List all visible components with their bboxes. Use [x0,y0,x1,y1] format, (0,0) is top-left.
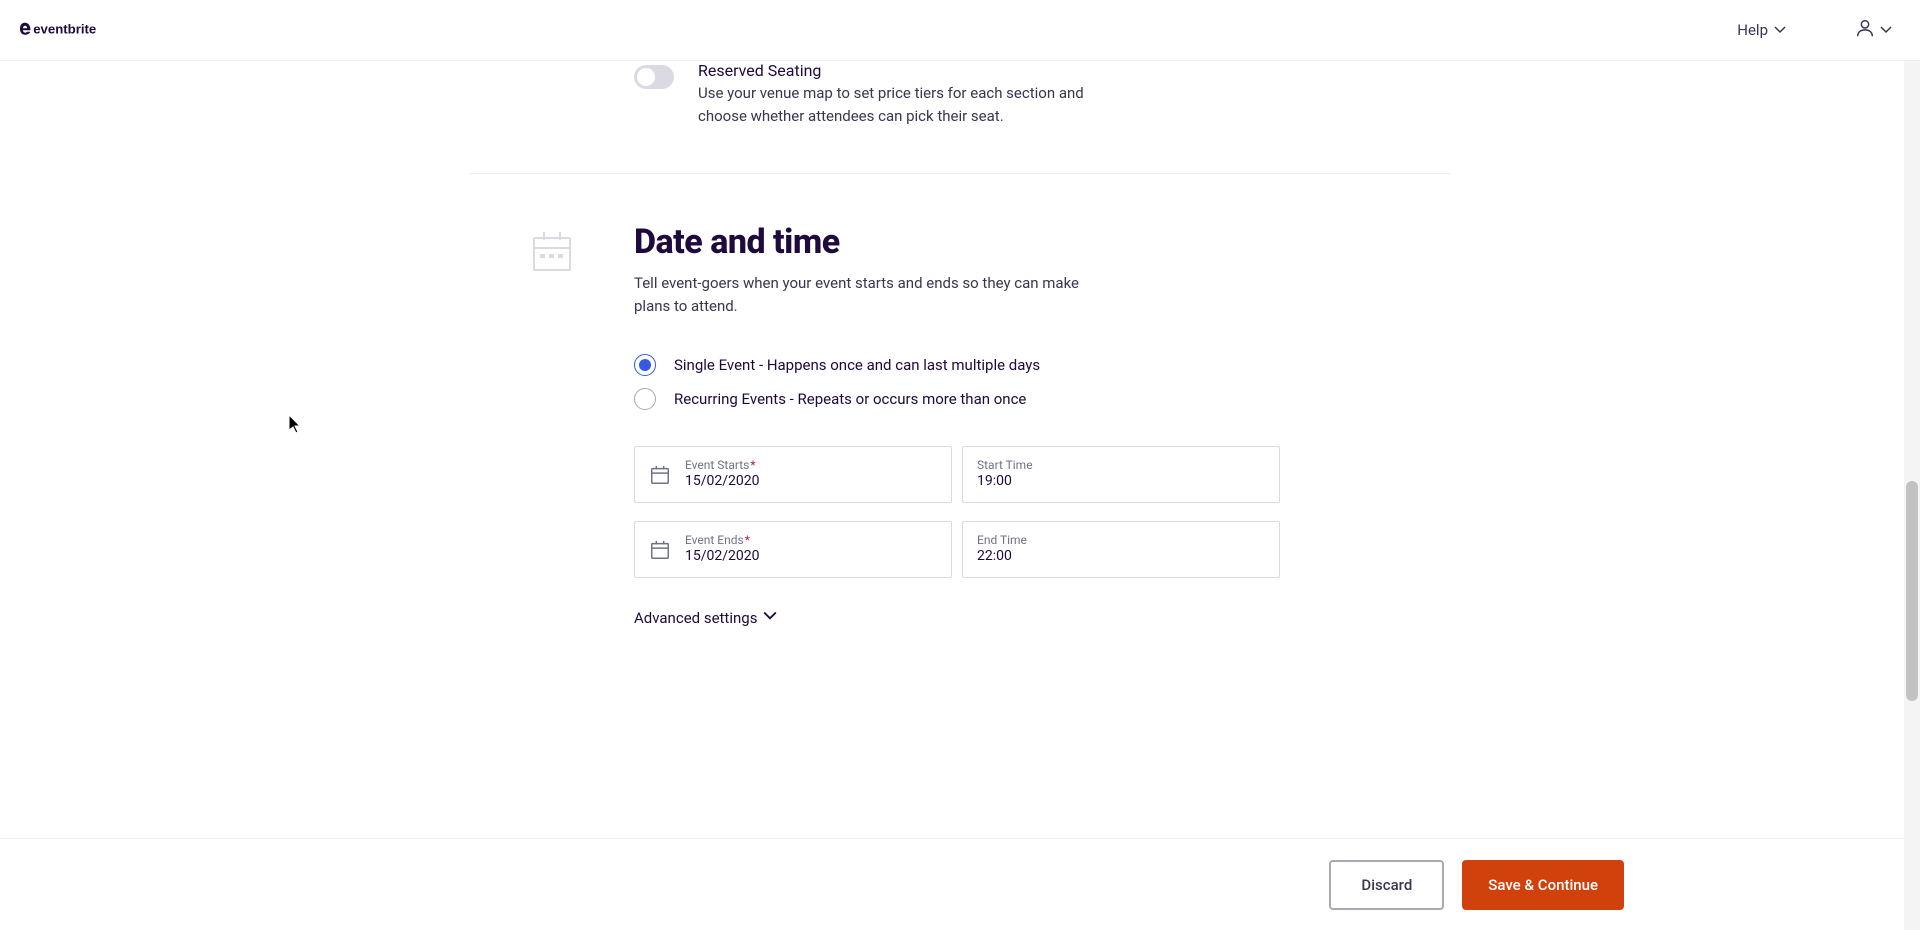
save-continue-button[interactable]: Save & Continue [1462,860,1624,910]
event-occurrence-radios: Single Event - Happens once and can last… [634,354,1284,410]
date-time-heading: Date and time [634,222,1284,262]
page-content: Reserved Seating Use your venue map to s… [0,61,1920,627]
date-time-subheading: Tell event-goers when your event starts … [634,272,1104,319]
chevron-down-icon [763,609,777,627]
date-time-fields: Event Starts* 15/02/2020 Start Time 19:0… [634,446,1284,578]
calendar-icon [649,539,671,561]
topbar-right: Help [1729,11,1900,49]
footer-actions: Discard Save & Continue [0,838,1920,930]
date-time-section: Date and time Tell event-goers when your… [470,174,1450,628]
event-ends-field[interactable]: Event Ends* 15/02/2020 [634,521,952,578]
radio-recurring-label: Recurring Events - Repeats or occurs mor… [674,390,1026,408]
event-ends-label: Event Ends* [685,533,760,548]
user-menu[interactable] [1846,11,1900,49]
advanced-settings-label: Advanced settings [634,609,757,627]
start-time-value: 19:00 [977,473,1033,491]
reserved-seating-description: Use your venue map to set price tiers fo… [698,82,1110,129]
calendar-icon [528,228,576,276]
discard-button[interactable]: Discard [1329,860,1444,910]
svg-text:eventbrite: eventbrite [33,22,96,37]
chevron-down-icon [1774,24,1786,36]
scrollbar[interactable] [1904,61,1920,930]
topbar: eventbrite Help [0,0,1920,61]
advanced-settings-toggle[interactable]: Advanced settings [634,609,777,627]
event-starts-label: Event Starts* [685,458,760,473]
event-starts-field[interactable]: Event Starts* 15/02/2020 [634,446,952,503]
toggle-knob [637,68,655,86]
reserved-seating-title: Reserved Seating [698,61,1110,80]
reserved-seating-toggle[interactable] [634,65,674,89]
event-ends-value: 15/02/2020 [685,548,760,566]
start-time-label: Start Time [977,458,1033,473]
end-time-value: 22:00 [977,548,1027,566]
user-icon [1854,17,1876,43]
eventbrite-logo[interactable]: eventbrite [20,18,140,42]
radio-indicator [634,354,656,376]
end-time-field[interactable]: End Time 22:00 [962,521,1280,578]
end-time-label: End Time [977,533,1027,548]
help-label: Help [1737,21,1768,39]
radio-single-event[interactable]: Single Event - Happens once and can last… [634,354,1284,376]
event-starts-value: 15/02/2020 [685,473,760,491]
chevron-down-icon [1880,24,1892,36]
help-menu[interactable]: Help [1729,15,1794,45]
radio-indicator [634,388,656,410]
radio-single-label: Single Event - Happens once and can last… [674,356,1040,374]
scrollbar-thumb[interactable] [1906,481,1918,701]
calendar-icon [649,464,671,486]
start-time-field[interactable]: Start Time 19:00 [962,446,1280,503]
reserved-seating-block: Reserved Seating Use your venue map to s… [470,61,1450,173]
radio-recurring-events[interactable]: Recurring Events - Repeats or occurs mor… [634,388,1284,410]
